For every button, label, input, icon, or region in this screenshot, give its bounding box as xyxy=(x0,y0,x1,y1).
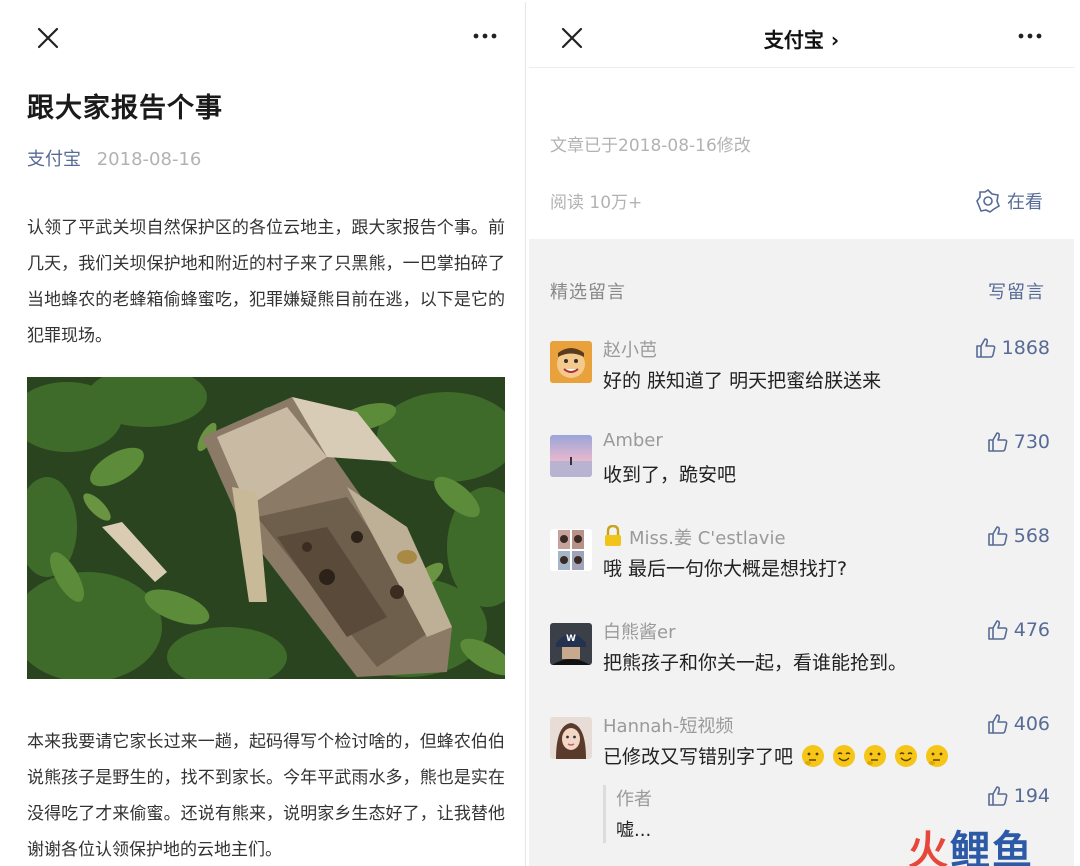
thumbs-up-icon xyxy=(987,786,1008,806)
zaikan-button[interactable]: 在看 xyxy=(975,187,1043,215)
read-count: 阅读 10万+ xyxy=(550,193,643,213)
avatar[interactable] xyxy=(550,341,592,383)
nav-bar: 支付宝 › xyxy=(529,2,1074,68)
modified-note: 文章已于2018-08-16修改 xyxy=(550,136,751,156)
article-title: 跟大家报告个事 xyxy=(27,93,223,124)
watermark-part-2: 鲤鱼 xyxy=(950,828,1034,866)
watermark-logo: 火鲤鱼 xyxy=(908,818,1034,866)
thumbs-up-icon xyxy=(987,620,1008,640)
reply-text: 嘘... xyxy=(616,820,652,841)
like-count: 476 xyxy=(1013,619,1050,641)
author-link[interactable]: 支付宝 xyxy=(27,149,81,170)
like-button[interactable]: 476 xyxy=(987,619,1050,641)
comment-text: 哦 最后一句你大概是想找打? xyxy=(603,558,848,580)
like-count: 194 xyxy=(1013,785,1050,807)
more-icon[interactable] xyxy=(1015,26,1045,46)
comment-nickname-text: Miss.姜 C'estlavie xyxy=(629,528,786,549)
like-button[interactable]: 406 xyxy=(987,713,1050,735)
comment-text: 好的 朕知道了 明天把蜜给朕送来 xyxy=(603,370,882,392)
comment-nickname: Hannah-短视频 xyxy=(603,716,734,737)
thumbs-up-icon xyxy=(975,338,996,358)
like-button[interactable]: 568 xyxy=(987,525,1050,547)
watermark-part-1: 火 xyxy=(908,828,950,866)
thinking-emoji-icon xyxy=(802,745,825,767)
more-icon[interactable] xyxy=(470,26,500,46)
thinking-emoji-icon xyxy=(864,745,887,767)
thumbs-up-icon xyxy=(987,526,1008,546)
avatar[interactable] xyxy=(550,529,592,571)
comment-nickname: Miss.姜 C'estlavie xyxy=(603,524,786,550)
zaikan-icon xyxy=(976,188,1000,213)
smile-emoji-icon xyxy=(833,745,856,767)
avatar[interactable] xyxy=(550,717,592,759)
reply-author-label: 作者 xyxy=(616,789,652,810)
like-button[interactable]: 730 xyxy=(987,431,1050,453)
avatar[interactable] xyxy=(550,435,592,477)
crime-scene-photo[interactable] xyxy=(27,377,505,679)
comment-text: 把熊孩子和你关一起，看谁能抢到。 xyxy=(603,652,908,674)
write-comment-link[interactable]: 写留言 xyxy=(988,278,1045,304)
close-icon[interactable] xyxy=(35,25,61,51)
publish-date: 2018-08-16 xyxy=(96,149,202,170)
comment-nickname: Amber xyxy=(603,430,663,451)
featured-comments-title: 精选留言 xyxy=(550,282,626,303)
article-paragraph-1: 认领了平武关坝自然保护区的各位云地主，跟大家报告个事。前几天，我们关坝保护地和附… xyxy=(27,218,505,346)
svg-text:W: W xyxy=(566,634,576,644)
thumbs-up-icon xyxy=(987,432,1008,452)
lock-icon xyxy=(605,524,621,546)
account-name[interactable]: 支付宝 › xyxy=(529,24,1074,53)
like-count: 730 xyxy=(1013,431,1050,453)
comments-panel: 支付宝 › 文章已于2018-08-16修改 阅读 10万+ 在看 精选留言 写… xyxy=(529,2,1074,866)
article-paragraph-2: 本来我要请它家长过来一趟，起码得写个检讨啥的，但蜂农伯伯说熊孩子是野生的，找不到… xyxy=(27,732,505,860)
zaikan-label: 在看 xyxy=(1007,192,1043,213)
comment-nickname: 白熊酱er xyxy=(603,622,676,643)
like-button[interactable]: 1868 xyxy=(975,337,1050,359)
comment-nickname: 赵小芭 xyxy=(603,340,657,361)
comment-text: 已修改又写错别字了吧 xyxy=(603,746,794,768)
comment-text-row: 已修改又写错别字了吧 xyxy=(603,742,949,769)
like-button[interactable]: 194 xyxy=(987,785,1050,807)
like-count: 568 xyxy=(1013,525,1050,547)
thumbs-up-icon xyxy=(987,714,1008,734)
article-panel: 跟大家报告个事 支付宝 2018-08-16 认领了平武关坝自然保护区的各位云地… xyxy=(4,2,526,866)
like-count: 1868 xyxy=(1001,337,1050,359)
like-count: 406 xyxy=(1013,713,1050,735)
avatar[interactable]: W xyxy=(550,623,592,665)
comments-section xyxy=(529,239,1074,866)
article-meta: 支付宝 2018-08-16 xyxy=(27,145,201,171)
smile-emoji-icon xyxy=(895,745,918,767)
comment-text: 收到了，跪安吧 xyxy=(603,464,737,486)
thinking-emoji-icon xyxy=(926,745,949,767)
